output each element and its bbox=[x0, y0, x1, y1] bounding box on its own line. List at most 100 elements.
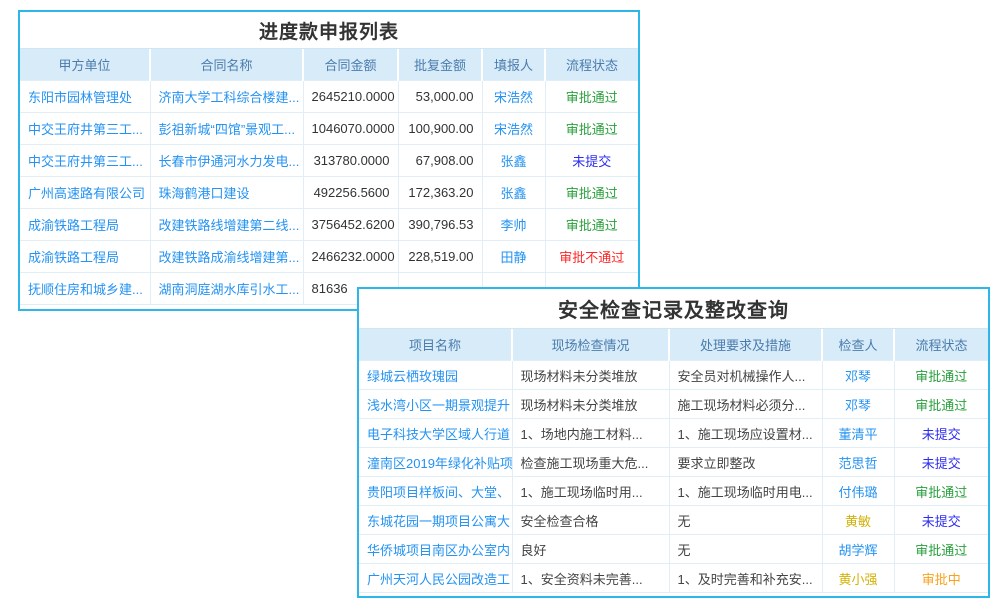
cell-link[interactable]: 宋浩然 bbox=[482, 113, 545, 145]
safety-inspection-panel: 安全检查记录及整改查询 项目名称现场检查情况处理要求及措施检查人流程状态绿城云栖… bbox=[357, 287, 990, 598]
cell-text: 3756452.6200 bbox=[303, 209, 398, 241]
table-row[interactable]: 广州高速路有限公司珠海鹤港口建设492256.5600172,363.20张鑫审… bbox=[20, 177, 638, 209]
table-row[interactable]: 绿城云栖玫瑰园现场材料未分类堆放安全员对机械操作人...邓琴审批通过 bbox=[359, 361, 988, 390]
cell-text: 1、施工现场应设置材... bbox=[669, 419, 822, 448]
status-badge: 未提交 bbox=[894, 419, 988, 448]
cell-link[interactable]: 东阳市园林管理处 bbox=[20, 81, 150, 113]
column-header: 批复金额 bbox=[398, 49, 482, 81]
table-row[interactable]: 贵阳项目样板间、大堂、1、施工现场临时用...1、施工现场临时用电...付伟璐审… bbox=[359, 477, 988, 506]
status-badge: 审批通过 bbox=[545, 209, 638, 241]
column-header: 流程状态 bbox=[545, 49, 638, 81]
table-row[interactable]: 电子科技大学区域人行道1、场地内施工材料...1、施工现场应设置材...董清平未… bbox=[359, 419, 988, 448]
cell-link[interactable]: 黄敏 bbox=[822, 506, 894, 535]
status-badge: 未提交 bbox=[894, 448, 988, 477]
status-badge: 审批通过 bbox=[894, 361, 988, 390]
cell-link[interactable]: 潼南区2019年绿化补贴项 bbox=[359, 448, 512, 477]
safety-panel-title: 安全检查记录及整改查询 bbox=[359, 289, 988, 329]
cell-link[interactable]: 珠海鹤港口建设 bbox=[150, 177, 303, 209]
table-row[interactable]: 潼南区2019年绿化补贴项检查施工现场重大危...要求立即整改范思哲未提交 bbox=[359, 448, 988, 477]
cell-link[interactable]: 电子科技大学区域人行道 bbox=[359, 419, 512, 448]
cell-text: 1、施工现场临时用电... bbox=[669, 477, 822, 506]
cell-link[interactable]: 彭祖新城“四馆”景观工... bbox=[150, 113, 303, 145]
cell-text: 1046070.0000 bbox=[303, 113, 398, 145]
table-row[interactable]: 成渝铁路工程局改建铁路线增建第二线...3756452.6200390,796.… bbox=[20, 209, 638, 241]
column-header: 处理要求及措施 bbox=[669, 329, 822, 361]
column-header: 合同金额 bbox=[303, 49, 398, 81]
table-row[interactable]: 华侨城项目南区办公室内良好无胡学辉审批通过 bbox=[359, 535, 988, 564]
cell-text: 313780.0000 bbox=[303, 145, 398, 177]
table-row[interactable]: 中交王府井第三工...彭祖新城“四馆”景观工...1046070.0000100… bbox=[20, 113, 638, 145]
cell-text: 67,908.00 bbox=[398, 145, 482, 177]
cell-text: 现场材料未分类堆放 bbox=[512, 390, 669, 419]
cell-link[interactable]: 改建铁路成渝线增建第... bbox=[150, 241, 303, 273]
cell-link[interactable]: 绿城云栖玫瑰园 bbox=[359, 361, 512, 390]
cell-link[interactable]: 田静 bbox=[482, 241, 545, 273]
cell-link[interactable]: 张鑫 bbox=[482, 177, 545, 209]
cell-link[interactable]: 抚顺住房和城乡建... bbox=[20, 273, 150, 305]
status-badge: 审批不通过 bbox=[545, 241, 638, 273]
cell-link[interactable]: 中交王府井第三工... bbox=[20, 145, 150, 177]
status-badge: 审批通过 bbox=[545, 177, 638, 209]
column-header: 合同名称 bbox=[150, 49, 303, 81]
cell-link[interactable]: 湖南洞庭湖水库引水工... bbox=[150, 273, 303, 305]
cell-link[interactable]: 改建铁路线增建第二线... bbox=[150, 209, 303, 241]
status-badge: 未提交 bbox=[545, 145, 638, 177]
cell-link[interactable]: 宋浩然 bbox=[482, 81, 545, 113]
cell-link[interactable]: 黄小强 bbox=[822, 564, 894, 593]
cell-link[interactable]: 付伟璐 bbox=[822, 477, 894, 506]
cell-link[interactable]: 董清平 bbox=[822, 419, 894, 448]
cell-link[interactable]: 浅水湾小区一期景观提升 bbox=[359, 390, 512, 419]
progress-payment-table: 甲方单位合同名称合同金额批复金额填报人流程状态东阳市园林管理处济南大学工科综合楼… bbox=[20, 49, 638, 305]
cell-link[interactable]: 邓琴 bbox=[822, 361, 894, 390]
table-row[interactable]: 广州天河人民公园改造工1、安全资料未完善...1、及时完善和补充安...黄小强审… bbox=[359, 564, 988, 593]
cell-text: 良好 bbox=[512, 535, 669, 564]
column-header: 项目名称 bbox=[359, 329, 512, 361]
cell-link[interactable]: 贵阳项目样板间、大堂、 bbox=[359, 477, 512, 506]
column-header: 现场检查情况 bbox=[512, 329, 669, 361]
cell-text: 无 bbox=[669, 535, 822, 564]
status-badge: 审批通过 bbox=[545, 81, 638, 113]
cell-link[interactable]: 广州天河人民公园改造工 bbox=[359, 564, 512, 593]
cell-link[interactable]: 广州高速路有限公司 bbox=[20, 177, 150, 209]
cell-link[interactable]: 范思哲 bbox=[822, 448, 894, 477]
column-header: 甲方单位 bbox=[20, 49, 150, 81]
cell-text: 1、场地内施工材料... bbox=[512, 419, 669, 448]
cell-link[interactable]: 胡学辉 bbox=[822, 535, 894, 564]
table-row[interactable]: 浅水湾小区一期景观提升现场材料未分类堆放施工现场材料必须分...邓琴审批通过 bbox=[359, 390, 988, 419]
cell-link[interactable]: 中交王府井第三工... bbox=[20, 113, 150, 145]
status-badge: 审批通过 bbox=[545, 113, 638, 145]
cell-link[interactable]: 成渝铁路工程局 bbox=[20, 241, 150, 273]
safety-inspection-table: 项目名称现场检查情况处理要求及措施检查人流程状态绿城云栖玫瑰园现场材料未分类堆放… bbox=[359, 329, 988, 593]
cell-text: 1、及时完善和补充安... bbox=[669, 564, 822, 593]
cell-text: 安全员对机械操作人... bbox=[669, 361, 822, 390]
cell-text: 无 bbox=[669, 506, 822, 535]
table-row[interactable]: 成渝铁路工程局改建铁路成渝线增建第...2466232.0000228,519.… bbox=[20, 241, 638, 273]
cell-text: 要求立即整改 bbox=[669, 448, 822, 477]
cell-link[interactable]: 张鑫 bbox=[482, 145, 545, 177]
cell-text: 53,000.00 bbox=[398, 81, 482, 113]
cell-link[interactable]: 成渝铁路工程局 bbox=[20, 209, 150, 241]
table-row[interactable]: 中交王府井第三工...长春市伊通河水力发电...313780.000067,90… bbox=[20, 145, 638, 177]
cell-text: 施工现场材料必须分... bbox=[669, 390, 822, 419]
cell-link[interactable]: 邓琴 bbox=[822, 390, 894, 419]
status-badge: 审批通过 bbox=[894, 535, 988, 564]
cell-link[interactable]: 济南大学工科综合楼建... bbox=[150, 81, 303, 113]
table-row[interactable]: 东阳市园林管理处济南大学工科综合楼建...2645210.000053,000.… bbox=[20, 81, 638, 113]
cell-text: 1、施工现场临时用... bbox=[512, 477, 669, 506]
status-badge: 审批中 bbox=[894, 564, 988, 593]
header-row: 项目名称现场检查情况处理要求及措施检查人流程状态 bbox=[359, 329, 988, 361]
status-badge: 未提交 bbox=[894, 506, 988, 535]
table-row[interactable]: 东城花园一期项目公寓大安全检查合格无黄敏未提交 bbox=[359, 506, 988, 535]
column-header: 填报人 bbox=[482, 49, 545, 81]
cell-text: 现场材料未分类堆放 bbox=[512, 361, 669, 390]
cell-text: 1、安全资料未完善... bbox=[512, 564, 669, 593]
cell-link[interactable]: 长春市伊通河水力发电... bbox=[150, 145, 303, 177]
status-badge: 审批通过 bbox=[894, 477, 988, 506]
cell-text: 100,900.00 bbox=[398, 113, 482, 145]
header-row: 甲方单位合同名称合同金额批复金额填报人流程状态 bbox=[20, 49, 638, 81]
progress-payment-panel: 进度款申报列表 甲方单位合同名称合同金额批复金额填报人流程状态东阳市园林管理处济… bbox=[18, 10, 640, 311]
cell-link[interactable]: 东城花园一期项目公寓大 bbox=[359, 506, 512, 535]
cell-link[interactable]: 华侨城项目南区办公室内 bbox=[359, 535, 512, 564]
cell-text: 安全检查合格 bbox=[512, 506, 669, 535]
cell-link[interactable]: 李帅 bbox=[482, 209, 545, 241]
